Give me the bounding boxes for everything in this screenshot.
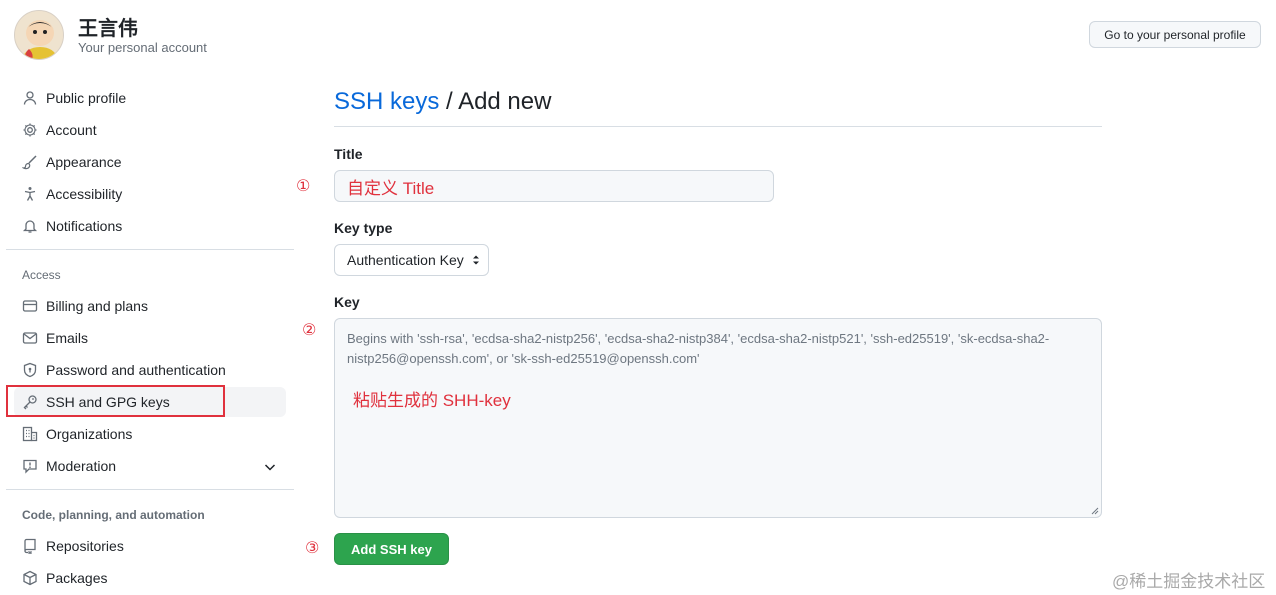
report-icon (22, 458, 38, 474)
sidebar-item-label: Packages (46, 570, 108, 586)
sidebar-item-packages[interactable]: Packages (14, 563, 286, 593)
sidebar-item-label: Public profile (46, 90, 127, 106)
accessibility-icon (22, 186, 38, 202)
paintbrush-icon (22, 154, 38, 170)
key-placeholder: Begins with 'ssh-rsa', 'ecdsa-sha2-nistp… (347, 331, 1050, 366)
title-divider (334, 126, 1102, 127)
sidebar-divider (6, 249, 294, 250)
title-label: Title (334, 146, 363, 162)
key-icon (22, 394, 38, 410)
title-input[interactable]: 自定义 Title (334, 170, 774, 202)
page-title: SSH keys / Add new (334, 88, 551, 116)
account-name: 王言伟 (78, 18, 138, 40)
sidebar-item-moderation[interactable]: Moderation (14, 451, 286, 481)
sidebar-item-label: Account (46, 122, 97, 138)
step-marker-2: ② (302, 322, 317, 339)
chevron-down-icon[interactable] (262, 459, 278, 475)
sidebar-item-label: Appearance (46, 154, 122, 170)
key-type-label: Key type (334, 220, 393, 236)
bell-icon (22, 218, 38, 234)
avatar[interactable] (14, 10, 64, 60)
sidebar-item-emails[interactable]: Emails (14, 323, 286, 353)
key-type-select[interactable]: Authentication Key (334, 244, 489, 276)
sidebar-item-label: Notifications (46, 218, 123, 234)
gear-icon (22, 122, 38, 138)
key-type-value: Authentication Key (347, 252, 464, 268)
sidebar-item-notifications[interactable]: Notifications (14, 211, 286, 241)
add-ssh-key-button[interactable]: Add SSH key (334, 533, 449, 565)
shield-lock-icon (22, 362, 38, 378)
sidebar-heading-code: Code, planning, and automation (22, 508, 205, 522)
mail-icon (22, 330, 38, 346)
sidebar-item-billing[interactable]: Billing and plans (14, 291, 286, 321)
repo-icon (22, 538, 38, 554)
package-icon (22, 570, 38, 586)
sidebar-divider (6, 489, 294, 490)
key-annotation: 粘贴生成的 SHH-key (353, 391, 511, 410)
person-icon (22, 90, 38, 106)
key-label: Key (334, 294, 360, 310)
sidebar-item-public-profile[interactable]: Public profile (14, 83, 286, 113)
breadcrumb-separator: / (439, 88, 459, 115)
sidebar-item-accessibility[interactable]: Accessibility (14, 179, 286, 209)
sidebar-item-label: Emails (46, 330, 89, 346)
sidebar-item-account[interactable]: Account (14, 115, 286, 145)
select-arrows-icon (473, 255, 479, 265)
sidebar-item-repositories[interactable]: Repositories (14, 531, 286, 561)
breadcrumb-ssh-keys-link[interactable]: SSH keys (334, 88, 439, 115)
step-marker-1: ① (296, 178, 311, 195)
sidebar-item-appearance[interactable]: Appearance (14, 147, 286, 177)
organization-icon (22, 426, 38, 442)
sidebar-item-label: Password and authentication (46, 362, 226, 378)
breadcrumb-current: Add new (458, 88, 552, 115)
sidebar-item-label: SSH and GPG keys (46, 394, 170, 410)
title-input-value: 自定义 Title (347, 178, 435, 198)
sidebar-item-organizations[interactable]: Organizations (14, 419, 286, 449)
account-subtitle: Your personal account (78, 40, 207, 55)
credit-card-icon (22, 298, 38, 314)
sidebar-item-label: Moderation (46, 458, 117, 474)
resize-grip-icon[interactable] (1091, 507, 1099, 515)
step-marker-3: ③ (305, 540, 320, 557)
sidebar-item-label: Accessibility (46, 186, 123, 202)
watermark: @稀土掘金技术社区 (1112, 572, 1266, 591)
key-textarea[interactable]: Begins with 'ssh-rsa', 'ecdsa-sha2-nistp… (334, 318, 1102, 518)
sidebar-item-label: Organizations (46, 426, 133, 442)
go-to-profile-button[interactable]: Go to your personal profile (1089, 21, 1261, 48)
sidebar-heading-access: Access (22, 268, 61, 282)
sidebar-item-ssh-gpg-keys[interactable]: SSH and GPG keys (14, 387, 286, 417)
sidebar-item-label: Repositories (46, 538, 124, 554)
sidebar-item-password[interactable]: Password and authentication (14, 355, 286, 385)
sidebar-item-label: Billing and plans (46, 298, 148, 314)
